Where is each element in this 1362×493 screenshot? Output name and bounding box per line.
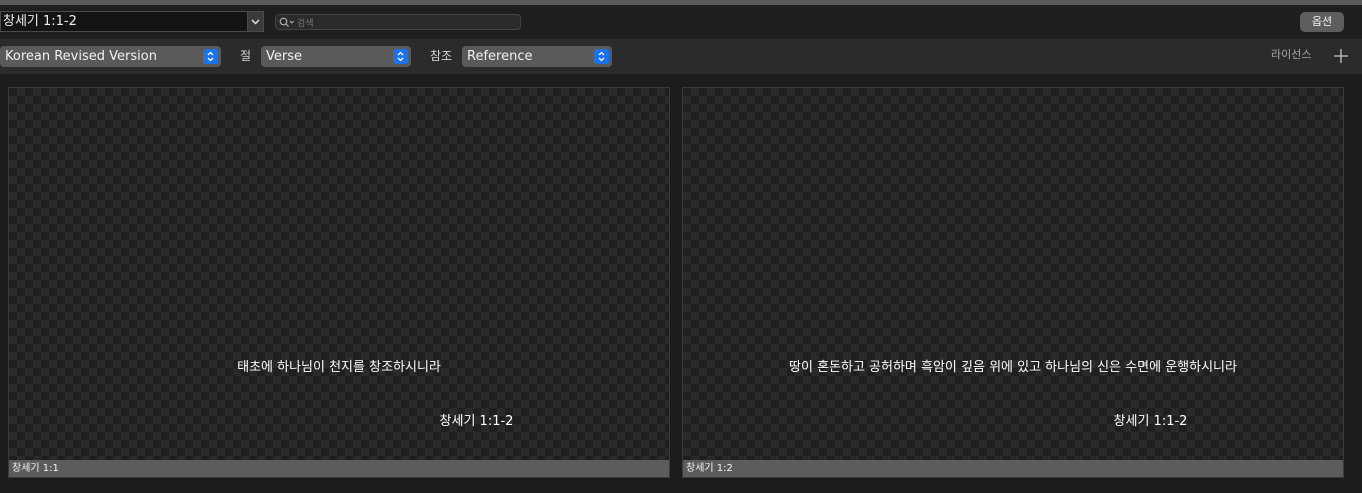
version-popup[interactable]: Korean Revised Version (0, 46, 221, 67)
verse-popup-value: Verse (266, 49, 302, 64)
slide-verse-text: 땅이 혼돈하고 공허하며 흑암이 깊음 위에 있고 하나님의 신은 수면에 운행… (789, 360, 1237, 375)
version-popup-value: Korean Revised Version (5, 49, 157, 64)
reference-popup-value: Reference (467, 49, 533, 64)
updown-chevron-icon (203, 49, 218, 64)
settings-bar: Korean Revised Version 절 Verse 참조 Refere… (0, 39, 1362, 74)
verse-label: 절 (240, 49, 252, 63)
transparent-background (683, 88, 1343, 460)
slide-caption: 창세기 1:1 (9, 460, 669, 477)
verse-popup[interactable]: Verse (261, 46, 411, 67)
plus-icon[interactable] (1333, 48, 1349, 64)
search-field[interactable]: 검색 (275, 14, 521, 30)
slide-preview[interactable]: 땅이 혼돈하고 공허하며 흑암이 깊음 위에 있고 하나님의 신은 수면에 운행… (682, 87, 1344, 478)
reference-combo[interactable]: 창세기 1:1-2 (0, 11, 264, 32)
slide-citation: 창세기 1:1-2 (1113, 414, 1188, 429)
options-button[interactable]: 옵션 (1300, 12, 1344, 32)
updown-chevron-icon (594, 49, 609, 64)
license-button[interactable]: 라이선스 (1271, 47, 1311, 63)
reference-toolbar: 창세기 1:1-2 검색 옵션 (0, 5, 1362, 39)
chevron-down-icon (251, 18, 260, 25)
slide-preview[interactable]: 태초에 하나님이 천지를 창조하시니라 창세기 1:1-2 창세기 1:1 (8, 87, 670, 478)
slide-verse-text: 태초에 하나님이 천지를 창조하시니라 (237, 360, 441, 375)
slide-caption: 창세기 1:2 (683, 460, 1343, 477)
reference-input[interactable]: 창세기 1:1-2 (0, 11, 247, 32)
transparent-background (9, 88, 669, 460)
reference-label: 참조 (430, 49, 453, 63)
slides-area: 태초에 하나님이 천지를 창조하시니라 창세기 1:1-2 창세기 1:1 땅이… (0, 74, 1362, 493)
updown-chevron-icon (393, 49, 408, 64)
search-icon (279, 17, 294, 27)
search-placeholder: 검색 (297, 18, 314, 29)
reference-popup[interactable]: Reference (462, 46, 612, 67)
reference-dropdown-button[interactable] (247, 11, 264, 32)
